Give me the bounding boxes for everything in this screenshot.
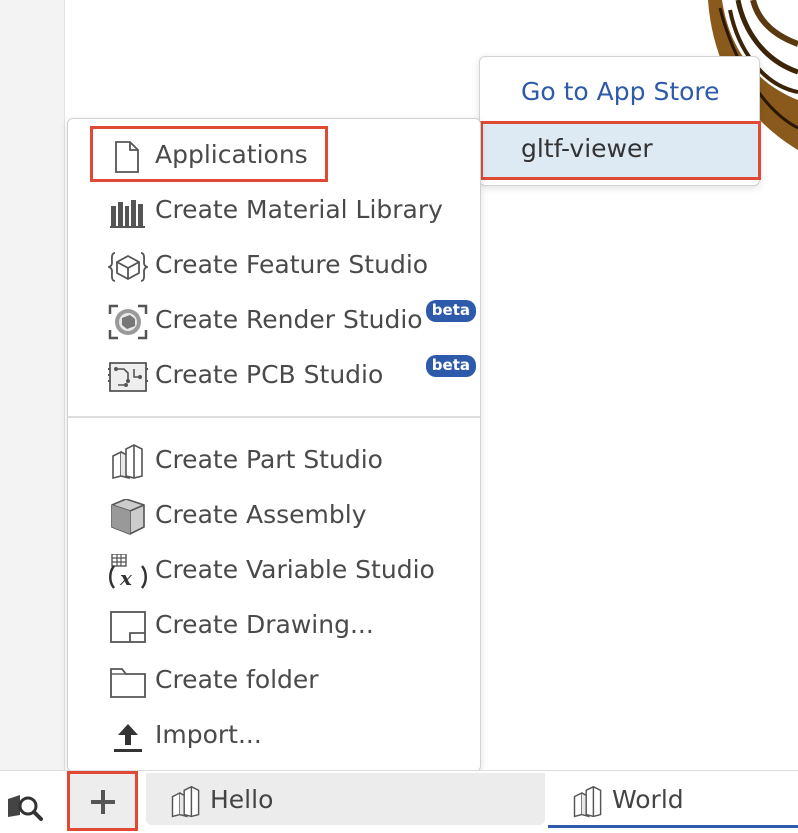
part-studio-icon [112,444,143,480]
part-studio-icon [573,785,602,818]
menu-item-create-render-studio[interactable]: Create Render Studio beta [68,294,480,346]
tab-label: Hello [210,785,274,814]
app-item-label: gltf-viewer [521,134,653,163]
menu-item-label: Create PCB Studio [155,360,384,389]
menu-item-create-variable-studio[interactable]: x Create Variable Studio [68,544,480,596]
material-library-icon [110,200,145,228]
menu-item-label: Create Material Library [155,195,443,224]
beta-badge: beta [425,355,476,377]
folder-icon [110,668,146,698]
variable-studio-icon: x [109,554,147,590]
menu-item-label: Create Assembly [155,500,367,529]
bottom-tab-bar: Hello World [0,770,798,833]
feature-studio-icon [108,252,148,282]
go-to-app-store-link[interactable]: Go to App Store [521,77,720,106]
menu-item-label: Create Feature Studio [155,250,429,279]
pcb-studio-icon [108,362,148,392]
svg-text:x: x [119,566,133,590]
menu-item-label: Create Variable Studio [155,555,435,584]
tab-label: World [612,785,684,814]
menu-item-create-assembly[interactable]: Create Assembly [68,489,480,541]
tab-world[interactable]: World [548,773,798,828]
left-panel [0,0,65,770]
menu-item-create-material-library[interactable]: Create Material Library [68,184,480,236]
menu-item-create-drawing[interactable]: Create Drawing... [68,599,480,651]
menu-item-applications[interactable]: Applications [68,129,480,181]
menu-item-create-folder[interactable]: Create folder [68,654,480,706]
applications-submenu: Go to App Store gltf-viewer [479,56,761,186]
insert-menu: Applications Create Material Library Cre… [67,118,481,772]
menu-item-import[interactable]: Import... [68,709,480,761]
menu-item-create-feature-studio[interactable]: Create Feature Studio [68,239,480,291]
render-studio-icon [108,304,148,340]
search-tabs-icon[interactable] [6,789,46,823]
app-item-gltf-viewer[interactable]: gltf-viewer [480,121,761,180]
menu-item-label: Create folder [155,665,319,694]
menu-item-label: Create Part Studio [155,445,383,474]
menu-divider [68,416,480,418]
beta-badge: beta [425,300,476,322]
menu-item-label: Create Render Studio [155,305,423,334]
part-studio-icon [171,785,200,818]
menu-item-create-pcb-studio[interactable]: Create PCB Studio beta [68,349,480,401]
add-tab-button[interactable] [67,771,138,831]
document-icon [115,141,139,173]
menu-item-label: Import... [155,720,262,749]
menu-item-label: Create Drawing... [155,610,374,639]
drawing-icon [110,611,146,643]
menu-item-create-part-studio[interactable]: Create Part Studio [68,434,480,486]
upload-icon [114,724,142,752]
tab-hello[interactable]: Hello [146,773,545,825]
menu-item-label: Applications [155,140,308,169]
assembly-icon [111,499,145,535]
